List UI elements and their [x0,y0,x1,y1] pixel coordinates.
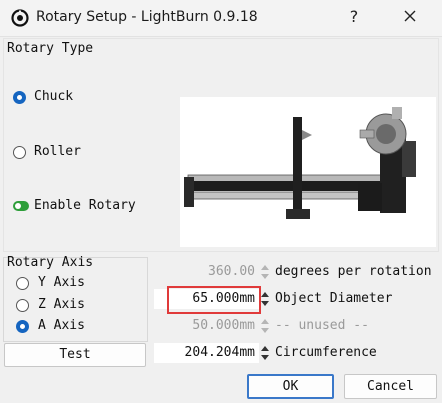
rotary-type-heading: Rotary Type [7,41,94,56]
rotary-axis-heading: Rotary Axis [7,255,94,270]
unused-label: -- unused -- [275,318,369,333]
roller-label[interactable]: Roller [34,144,81,159]
degrees-per-rotation-field: 360.00 [208,264,255,279]
a-axis-label[interactable]: A Axis [38,318,85,333]
chuck-label[interactable]: Chuck [34,89,73,104]
close-icon[interactable] [398,4,422,28]
help-button[interactable]: ? [342,7,366,26]
y-axis-label[interactable]: Y Axis [38,275,85,290]
window-title: Rotary Setup - LightBurn 0.9.18 [36,9,258,25]
z-axis-radio[interactable] [16,299,29,312]
object-diameter-label: Object Diameter [275,291,393,306]
z-axis-label[interactable]: Z Axis [38,297,85,312]
test-button[interactable]: Test [4,343,146,367]
diameter-spin-arrows-icon[interactable] [260,290,270,308]
unused-spin-arrows-icon [261,319,269,333]
a-axis-radio[interactable] [16,320,29,333]
unused-field: 50.000mm [192,318,255,333]
degrees-per-rotation-label: degrees per rotation [275,264,432,279]
degrees-spin-arrows-icon [261,265,269,279]
ok-button[interactable]: OK [247,374,334,399]
cancel-button[interactable]: Cancel [344,374,437,399]
object-diameter-field[interactable]: 65.000mm [154,289,259,309]
roller-radio[interactable] [13,146,26,159]
circumference-spin-arrows-icon[interactable] [260,344,270,362]
chuck-radio[interactable] [13,91,26,104]
enable-rotary-label[interactable]: Enable Rotary [34,198,136,213]
y-axis-radio[interactable] [16,277,29,290]
circumference-label: Circumference [275,345,377,360]
enable-rotary-toggle[interactable] [13,201,29,211]
rotary-chuck-image [180,97,436,247]
title-bar: Rotary Setup - LightBurn 0.9.18 ? [0,0,442,37]
circumference-field[interactable]: 204.204mm [154,343,259,363]
lightburn-app-icon [11,9,29,27]
